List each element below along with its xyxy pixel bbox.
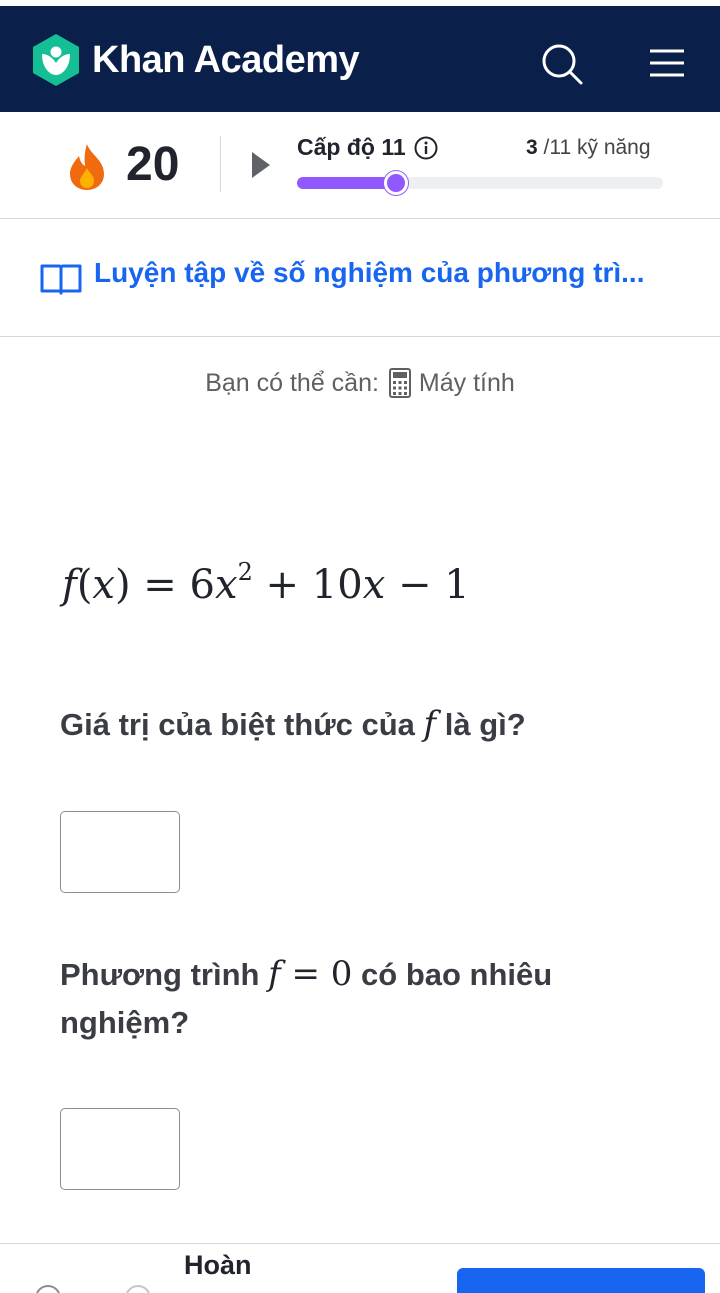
q2-before: Phương trình bbox=[60, 957, 269, 992]
q1-after: là gì? bbox=[436, 707, 526, 742]
skills-total: /11 kỹ năng bbox=[537, 136, 651, 159]
formula-var1: x bbox=[215, 562, 238, 608]
question-discriminant: Giá trị của biệt thức của f là gì? bbox=[60, 700, 660, 749]
divider bbox=[220, 136, 221, 192]
q2-fn: f bbox=[268, 954, 281, 994]
skills-done: 3 bbox=[526, 136, 538, 159]
level-progress-knob bbox=[384, 171, 408, 195]
lesson-header: Luyện tập về số nghiệm của phương trì... bbox=[0, 219, 720, 337]
discriminant-answer-input[interactable] bbox=[60, 811, 180, 893]
khan-academy-logo-icon bbox=[33, 34, 79, 86]
formula-arg: x bbox=[92, 562, 115, 608]
formula-coef2: 10 bbox=[311, 562, 363, 608]
q2-eq: = bbox=[280, 954, 331, 994]
formula-minus: − bbox=[385, 562, 445, 608]
q1-before: Giá trị của biệt thức của bbox=[60, 707, 424, 742]
formula-plus: + bbox=[252, 562, 312, 608]
q1-fn: f bbox=[423, 704, 437, 744]
tool-hint: Bạn có thể cần: Máy tính bbox=[0, 368, 720, 398]
solution-count-answer-input[interactable] bbox=[60, 1108, 180, 1190]
calculator-tool-label: Máy tính bbox=[418, 368, 515, 397]
progress-dots-icon bbox=[36, 1285, 150, 1293]
skills-count: 3 /11 kỹ năng bbox=[526, 136, 651, 160]
play-icon[interactable] bbox=[250, 150, 272, 180]
progress-bar-area: 20 Cấp độ 11 3 /11 kỹ năng bbox=[0, 112, 720, 219]
flame-icon bbox=[70, 144, 104, 190]
q2-zero: 0 bbox=[330, 954, 353, 994]
search-icon[interactable] bbox=[540, 42, 584, 86]
formula-fn: f bbox=[62, 562, 77, 608]
formula-coef1: 6 bbox=[189, 562, 215, 608]
level-label[interactable]: Cấp độ 11 bbox=[297, 134, 438, 161]
info-icon[interactable] bbox=[414, 136, 438, 160]
formula-const: 1 bbox=[444, 562, 470, 608]
hint-text: Bạn có thể cần: bbox=[205, 368, 379, 397]
khan-academy-logo[interactable]: Khan Academy bbox=[30, 32, 360, 88]
exercise-footer: Hoàn bbox=[0, 1243, 720, 1293]
calculator-icon bbox=[388, 368, 411, 398]
formula-exponent: 2 bbox=[237, 558, 253, 586]
hamburger-menu-icon[interactable] bbox=[648, 48, 686, 78]
book-icon bbox=[40, 264, 82, 295]
footer-progress-label: Hoàn bbox=[184, 1250, 252, 1280]
formula-var2: x bbox=[362, 562, 386, 608]
function-formula: f(x) = 6x2 + 10x − 1 bbox=[62, 558, 470, 608]
level-progress-track bbox=[297, 171, 663, 195]
lesson-title-link[interactable]: Luyện tập về số nghiệm của phương trì... bbox=[94, 257, 654, 289]
level-progress-fill bbox=[297, 177, 396, 189]
brand-name: Khan Academy bbox=[92, 38, 360, 81]
question-solution-count: Phương trình f = 0 có bao nhiêu nghiệm? bbox=[60, 950, 660, 1047]
streak-count: 20 bbox=[126, 138, 180, 191]
top-navigation-bar: Khan Academy bbox=[0, 0, 720, 112]
check-answer-button[interactable] bbox=[457, 1268, 705, 1293]
level-text: Cấp độ 11 bbox=[297, 134, 406, 160]
